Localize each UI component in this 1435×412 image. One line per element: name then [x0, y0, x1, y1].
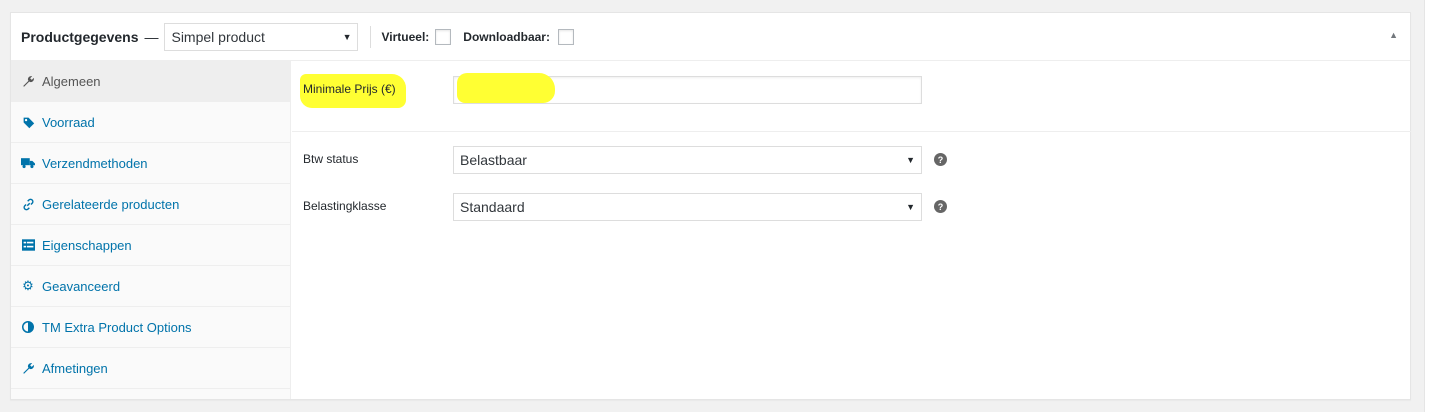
- tax-status-value: Belastbaar: [460, 152, 527, 168]
- tab-afmetingen[interactable]: Afmetingen: [11, 348, 290, 389]
- virtual-checkbox[interactable]: [435, 28, 452, 45]
- tab-geavanceerd[interactable]: ⚙ Geavanceerd: [11, 266, 290, 307]
- tab-label: Afmetingen: [42, 360, 108, 376]
- tab-label: Algemeen: [42, 73, 101, 89]
- help-icon[interactable]: ?: [934, 153, 947, 166]
- product-type-select[interactable]: Simpel product ▼: [164, 22, 359, 51]
- list-icon: [21, 239, 35, 251]
- general-options-panel: Minimale Prijs (€) Btw status Belastbaar…: [292, 61, 1411, 399]
- tab-voorraad[interactable]: Voorraad: [11, 102, 290, 143]
- tab-eigenschappen[interactable]: Eigenschappen: [11, 225, 290, 266]
- product-type-value: Simpel product: [171, 28, 265, 45]
- truck-icon: [21, 157, 35, 169]
- virtual-label: Virtueel:: [381, 29, 430, 44]
- adjacent-panel-edge: [1424, 0, 1435, 412]
- tab-label: Gerelateerde producten: [42, 196, 180, 212]
- highlight-mark: [457, 73, 555, 103]
- tax-class-value: Standaard: [460, 199, 525, 215]
- metabox-title: Productgegevens: [21, 28, 139, 45]
- downloadable-label: Downloadbaar:: [463, 29, 550, 44]
- tab-algemeen[interactable]: Algemeen: [11, 61, 290, 102]
- wrench-icon: [21, 362, 35, 375]
- contrast-icon: [21, 321, 35, 333]
- wrench-icon: [21, 75, 35, 88]
- tax-status-select[interactable]: Belastbaar ▼: [453, 146, 922, 174]
- tab-verzendmethoden[interactable]: Verzendmethoden: [11, 143, 290, 184]
- tax-class-select[interactable]: Standaard ▼: [453, 193, 922, 221]
- downloadable-checkbox[interactable]: [557, 28, 574, 45]
- tab-label: Eigenschappen: [42, 237, 132, 253]
- metabox-header: Productgegevens — Simpel product ▼ Virtu…: [11, 13, 1410, 61]
- section-divider: [292, 131, 1411, 132]
- chevron-down-icon: ▼: [906, 155, 915, 165]
- tab-gerelateerde-producten[interactable]: Gerelateerde producten: [11, 184, 290, 225]
- tab-label: Geavanceerd: [42, 278, 121, 294]
- header-separator: [370, 25, 372, 48]
- triangle-up-icon[interactable]: ▲: [1389, 30, 1398, 40]
- gear-icon: ⚙: [22, 278, 34, 293]
- product-data-metabox: Productgegevens — Simpel product ▼ Virtu…: [10, 12, 1411, 400]
- tax-class-label: Belastingklasse: [303, 199, 387, 213]
- min-price-label: Minimale Prijs (€): [303, 82, 396, 96]
- title-dash: —: [144, 28, 159, 45]
- tab-label: Verzendmethoden: [42, 155, 148, 171]
- tab-tm-extra-product-options[interactable]: TM Extra Product Options: [11, 307, 290, 348]
- chevron-down-icon: ▼: [342, 31, 352, 42]
- tab-label: TM Extra Product Options: [42, 319, 192, 335]
- chevron-down-icon: ▼: [906, 202, 915, 212]
- product-data-tabs: Algemeen Voorraad Verzendmethoden Gerela…: [11, 61, 291, 399]
- link-icon: [21, 198, 35, 211]
- tab-label: Voorraad: [42, 114, 95, 130]
- tax-status-label: Btw status: [303, 152, 359, 166]
- help-icon[interactable]: ?: [934, 200, 947, 213]
- tag-icon: [21, 116, 35, 129]
